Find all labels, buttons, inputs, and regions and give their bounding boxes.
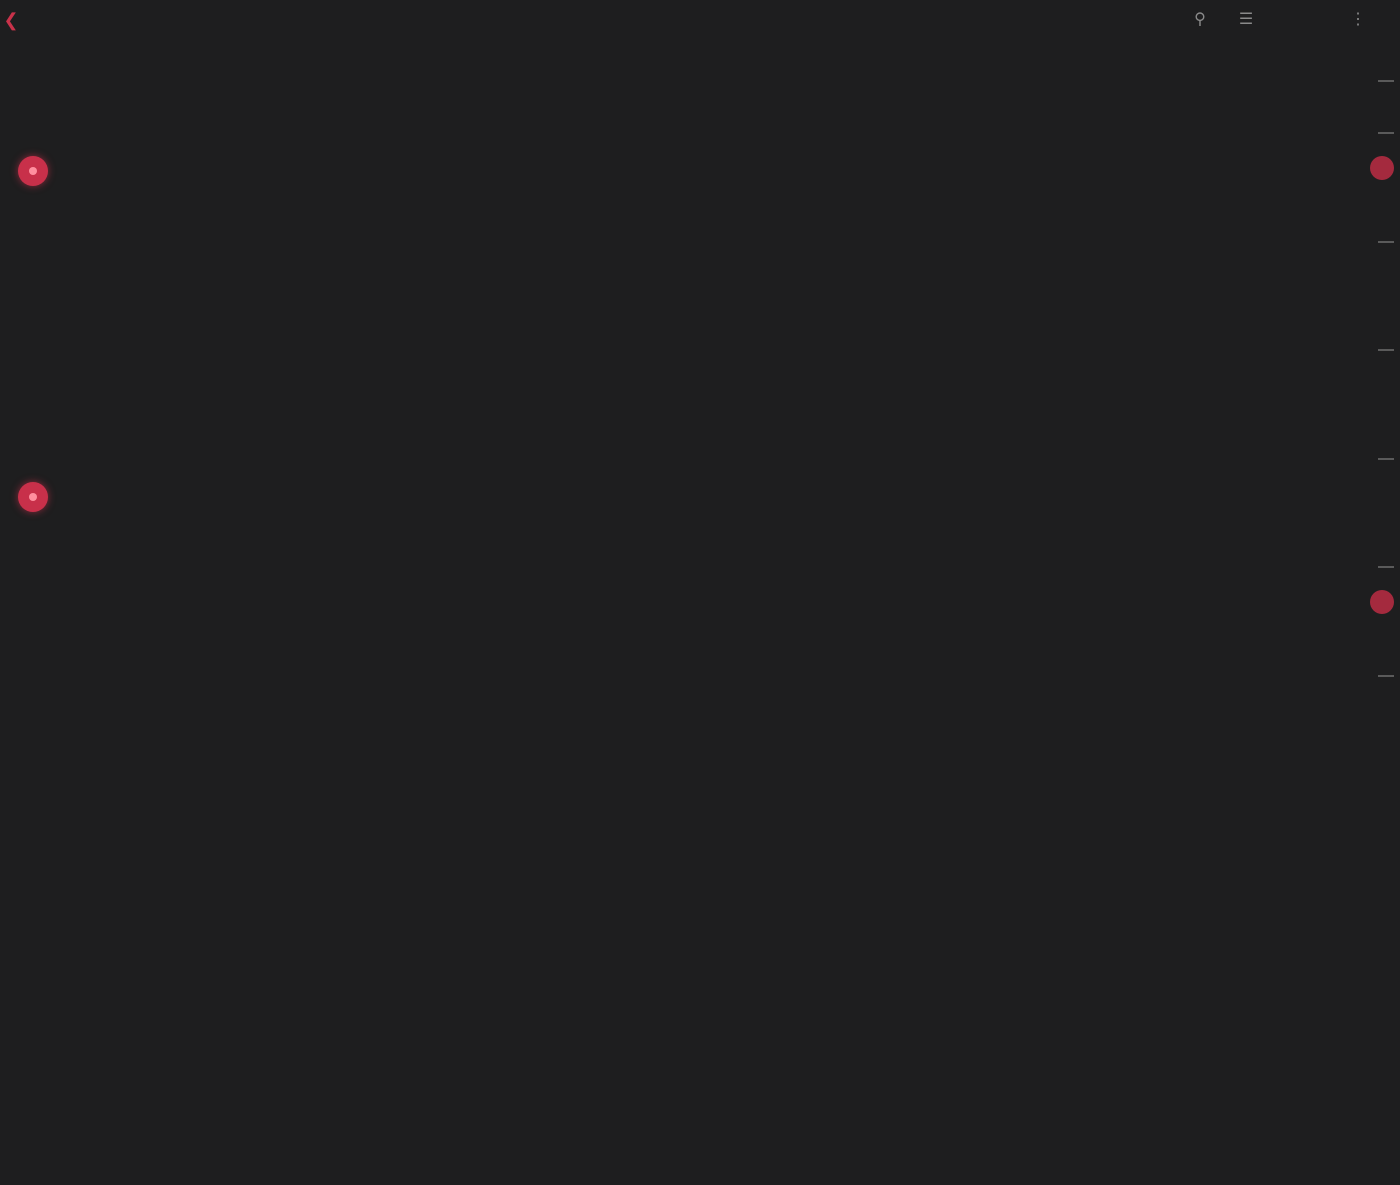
offscreen-card-title [1378, 566, 1394, 568]
board-card[interactable] [678, 321, 998, 430]
board-card[interactable] [0, 647, 320, 756]
alert-badge-icon[interactable] [18, 481, 48, 512]
offscreen-card-title [1378, 674, 1394, 677]
board-card[interactable] [678, 647, 998, 756]
board-card[interactable] [340, 972, 660, 1081]
board-card[interactable] [678, 755, 998, 864]
board-card[interactable] [1014, 430, 1334, 539]
offscreen-column[interactable] [1360, 52, 1400, 755]
board-column [678, 52, 998, 1081]
board [0, 52, 1400, 1185]
board-column [1014, 52, 1334, 755]
board-card[interactable] [678, 213, 998, 322]
offscreen-card-title [1378, 132, 1394, 134]
board-card[interactable] [678, 972, 998, 1081]
board-card[interactable] [1014, 213, 1334, 322]
board-card[interactable] [340, 321, 660, 430]
offscreen-card[interactable] [1360, 430, 1400, 539]
search-icon[interactable]: ⚲ [1188, 8, 1212, 32]
board-card[interactable] [0, 538, 320, 647]
board-card[interactable] [340, 864, 660, 973]
board-card[interactable] [1014, 538, 1334, 647]
column-header[interactable] [1014, 52, 1334, 104]
board-card[interactable] [340, 430, 660, 539]
column-header[interactable] [0, 52, 320, 104]
offscreen-card[interactable] [1360, 647, 1400, 756]
offscreen-card[interactable] [1360, 538, 1400, 647]
offscreen-card-title [1378, 240, 1394, 243]
offscreen-card-title [1378, 349, 1394, 351]
board-card[interactable] [0, 321, 320, 430]
board-card[interactable] [1014, 104, 1334, 213]
top-bar: ❮ ⚲ ☰ ⋮ [0, 0, 1400, 40]
more-icon[interactable]: ⋮ [1346, 8, 1370, 32]
offscreen-card[interactable] [1360, 213, 1400, 322]
offscreen-card-title [1378, 457, 1394, 460]
offscreen-card[interactable] [1360, 321, 1400, 430]
board-card[interactable] [0, 755, 320, 864]
offscreen-column-title [1378, 80, 1394, 82]
board-card[interactable] [0, 430, 320, 539]
board-card[interactable] [678, 104, 998, 213]
alert-badge-icon[interactable] [18, 156, 48, 186]
board-card[interactable] [1014, 647, 1334, 756]
alert-badge-icon[interactable] [1370, 590, 1394, 614]
offscreen-column-header [1360, 52, 1400, 104]
board-card[interactable] [0, 213, 320, 322]
filter-icon[interactable]: ☰ [1234, 8, 1258, 32]
board-card[interactable] [678, 430, 998, 539]
board-card[interactable] [678, 538, 998, 647]
board-card[interactable] [340, 538, 660, 647]
alert-badge-icon[interactable] [1370, 156, 1394, 180]
board-card[interactable] [340, 104, 660, 213]
board-card[interactable] [340, 755, 660, 864]
board-card[interactable] [1014, 321, 1334, 430]
board-card[interactable] [340, 647, 660, 756]
board-column [0, 52, 320, 972]
board-card[interactable] [340, 1081, 660, 1185]
board-card[interactable] [340, 213, 660, 322]
column-header[interactable] [340, 52, 660, 104]
back-chevron-icon[interactable]: ❮ [0, 9, 22, 31]
board-card[interactable] [0, 104, 320, 213]
board-card[interactable] [0, 864, 320, 973]
column-header[interactable] [678, 52, 998, 104]
board-card[interactable] [678, 864, 998, 973]
offscreen-card[interactable] [1360, 104, 1400, 213]
board-column [340, 52, 660, 1185]
